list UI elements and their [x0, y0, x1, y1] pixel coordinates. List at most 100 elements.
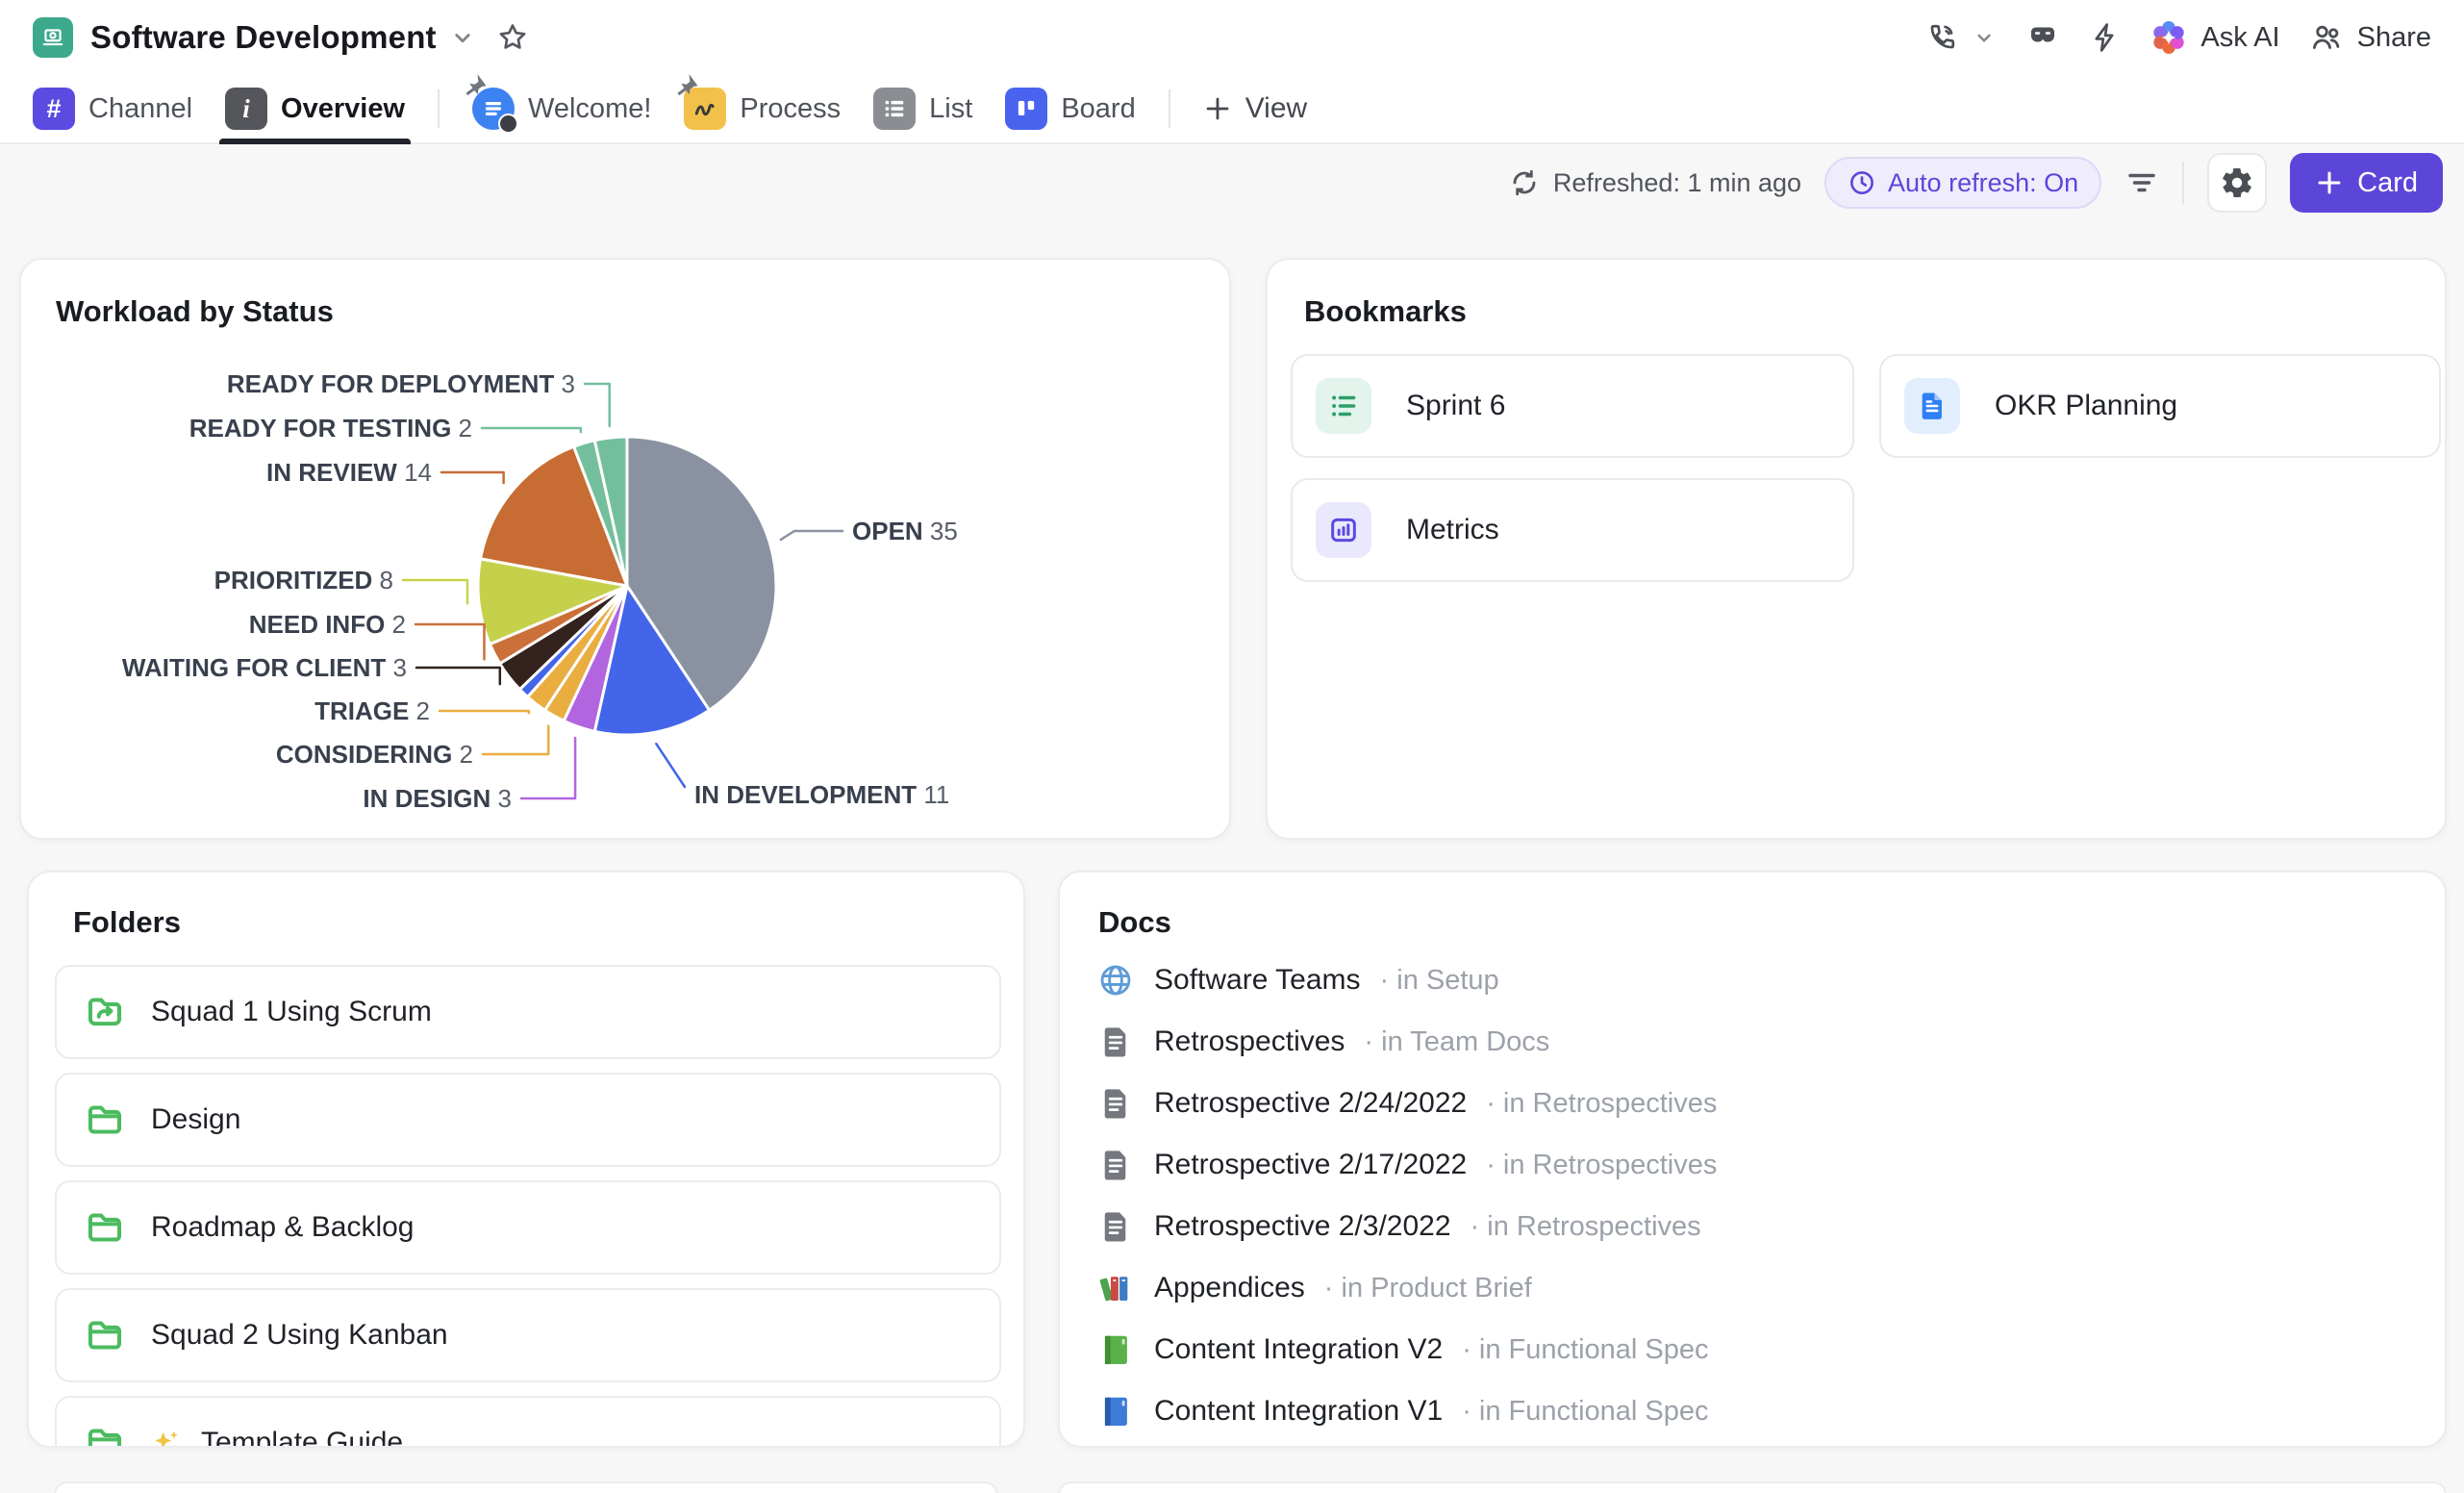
doc-blue-icon: [1904, 378, 1960, 434]
doc-row[interactable]: Retrospectives · in Team Docs: [1096, 1019, 1549, 1065]
bookmark-tile[interactable]: OKR Planning: [1879, 354, 2441, 458]
top-bar-actions: Ask AI Share: [1925, 19, 2431, 56]
pie-slice-label: IN DESIGN 3: [363, 784, 512, 813]
folders-card: Folders Squad 1 Using Scrum Design Roadmap…: [27, 871, 1025, 1448]
info-icon: i: [225, 88, 267, 130]
workspace-avatar-icon[interactable]: [33, 17, 73, 58]
pie-leader-line: [416, 668, 500, 684]
folder-row[interactable]: Squad 2 Using Kanban: [55, 1288, 1001, 1382]
refreshed-label: Refreshed: 1 min ago: [1553, 168, 1801, 198]
pie-slice-label: IN REVIEW 14: [266, 458, 432, 487]
pie-slice-label: CONSIDERING 2: [276, 740, 473, 769]
add-view-button[interactable]: View: [1203, 75, 1307, 142]
tab-label: Welcome!: [528, 93, 651, 125]
people-icon: [2309, 20, 2344, 55]
refresh-status[interactable]: Refreshed: 1 min ago: [1509, 167, 1801, 198]
tab-label: Channel: [88, 93, 192, 125]
auto-refresh-toggle[interactable]: Auto refresh: On: [1824, 157, 2101, 209]
doc-location: · in Team Docs: [1364, 1026, 1549, 1058]
folder-row[interactable]: Roadmap & Backlog: [55, 1180, 1001, 1275]
view-tab-bar: # Channel i Overview Welcome!: [0, 75, 2464, 144]
tab-welcome[interactable]: Welcome!: [472, 75, 651, 142]
overview-toolbar: Refreshed: 1 min ago Auto refresh: On Ca…: [1509, 152, 2443, 214]
tab-channel[interactable]: # Channel: [33, 75, 192, 142]
folder-icon: [84, 1099, 126, 1141]
partial-card-right: [1058, 1481, 2447, 1493]
call-chevron-icon[interactable]: [1972, 25, 1997, 50]
pie-slice-label: WAITING FOR CLIENT 3: [122, 653, 407, 682]
docs-card: Docs Software Teams· in SetupRetrospecti…: [1058, 871, 2447, 1448]
doc-location: · in Retrospectives: [1486, 1088, 1717, 1120]
bookmark-tile[interactable]: Metrics: [1291, 478, 1854, 582]
folder-icon: [84, 1206, 126, 1249]
refresh-icon: [1509, 167, 1540, 198]
doc-row[interactable]: Content Integration V2 · in Functional Sp…: [1096, 1327, 1709, 1373]
doc-gray-icon: [1096, 1085, 1135, 1122]
pie-leader-line: [483, 726, 548, 754]
focus-mask-icon[interactable]: [2025, 20, 2060, 55]
bookmark-label: Sprint 6: [1406, 390, 1505, 422]
bookmark-label: OKR Planning: [1995, 390, 2177, 422]
doc-gray-icon: [1096, 1024, 1135, 1060]
pie-leader-line: [441, 472, 504, 483]
tab-divider: [1169, 89, 1170, 128]
clock-icon: [1848, 168, 1876, 197]
ask-ai-button[interactable]: Ask AI: [2150, 19, 2279, 56]
filter-button[interactable]: [2125, 165, 2159, 200]
doc-row[interactable]: Retrospective 2/3/2022· in Retrospective…: [1096, 1203, 1701, 1250]
doc-row[interactable]: Retrospective 2/17/2022· in Retrospectiv…: [1096, 1142, 1717, 1188]
doc-row[interactable]: Software Teams· in Setup: [1096, 957, 1499, 1003]
pie-leader-line: [585, 384, 610, 426]
pie-leader-line: [482, 428, 581, 432]
favorite-star-icon[interactable]: [496, 21, 529, 54]
settings-button[interactable]: [2207, 153, 2267, 213]
tab-board[interactable]: Board: [1005, 75, 1135, 142]
plus-icon: [2315, 168, 2344, 197]
welcome-badge: [498, 114, 518, 134]
doc-title: Appendices: [1154, 1272, 1305, 1304]
doc-row[interactable]: Appendices· in Product Brief: [1096, 1265, 1532, 1311]
books-icon: [1096, 1270, 1135, 1306]
pushpin-icon: [458, 71, 489, 102]
globe-icon: [1096, 962, 1135, 999]
folder-row[interactable]: Squad 1 Using Scrum: [55, 965, 1001, 1059]
automation-bolt-icon[interactable]: [2089, 21, 2122, 54]
doc-title: Retrospectives: [1154, 1025, 1345, 1058]
list-view-icon: [873, 88, 916, 130]
tab-label: Board: [1061, 93, 1135, 125]
doc-row[interactable]: Content Integration V1· in Functional Sp…: [1096, 1388, 1709, 1434]
add-card-button[interactable]: Card: [2290, 153, 2443, 213]
doc-row[interactable]: Retrospective 2/24/2022· in Retrospectiv…: [1096, 1080, 1717, 1126]
bookmark-label: Metrics: [1406, 514, 1499, 546]
folder-label: Design: [151, 1103, 240, 1136]
blue-book-icon: [1096, 1393, 1135, 1430]
folder-row[interactable]: Design: [55, 1073, 1001, 1167]
doc-location: · in Functional Spec: [1462, 1396, 1708, 1428]
doc-title: Software Teams: [1154, 964, 1361, 997]
doc-location: · in Retrospectives: [1471, 1211, 1701, 1243]
tab-list[interactable]: List: [873, 75, 972, 142]
tab-process[interactable]: Process: [684, 75, 841, 142]
doc-title: Content Integration V2: [1154, 1333, 1443, 1366]
tab-overview[interactable]: i Overview: [225, 75, 405, 142]
tab-label: Overview: [281, 93, 405, 125]
doc-location: · in Functional Spec: [1462, 1334, 1708, 1366]
plus-icon: [1203, 94, 1232, 123]
pie-slice-label: IN DEVELOPMENT 11: [694, 780, 949, 809]
sprint-list-icon: [1316, 378, 1371, 434]
ai-flower-icon: [2150, 19, 2187, 56]
card-title: Folders: [73, 905, 181, 940]
toolbar-divider: [2182, 162, 2184, 204]
doc-location: · in Retrospectives: [1486, 1150, 1717, 1181]
folder-row[interactable]: Template Guide: [55, 1396, 1001, 1448]
pie-slice-label: PRIORITIZED 8: [214, 566, 393, 595]
share-button[interactable]: Share: [2309, 20, 2431, 55]
doc-gray-icon: [1096, 1147, 1135, 1183]
folder-sprint-icon: [84, 991, 126, 1033]
chevron-down-icon[interactable]: [448, 23, 477, 52]
board-view-icon: [1005, 88, 1047, 130]
page-title: Software Development: [90, 19, 437, 56]
call-icon[interactable]: [1925, 21, 1958, 54]
bookmark-tile[interactable]: Sprint 6: [1291, 354, 1854, 458]
tab-label: List: [929, 93, 972, 125]
